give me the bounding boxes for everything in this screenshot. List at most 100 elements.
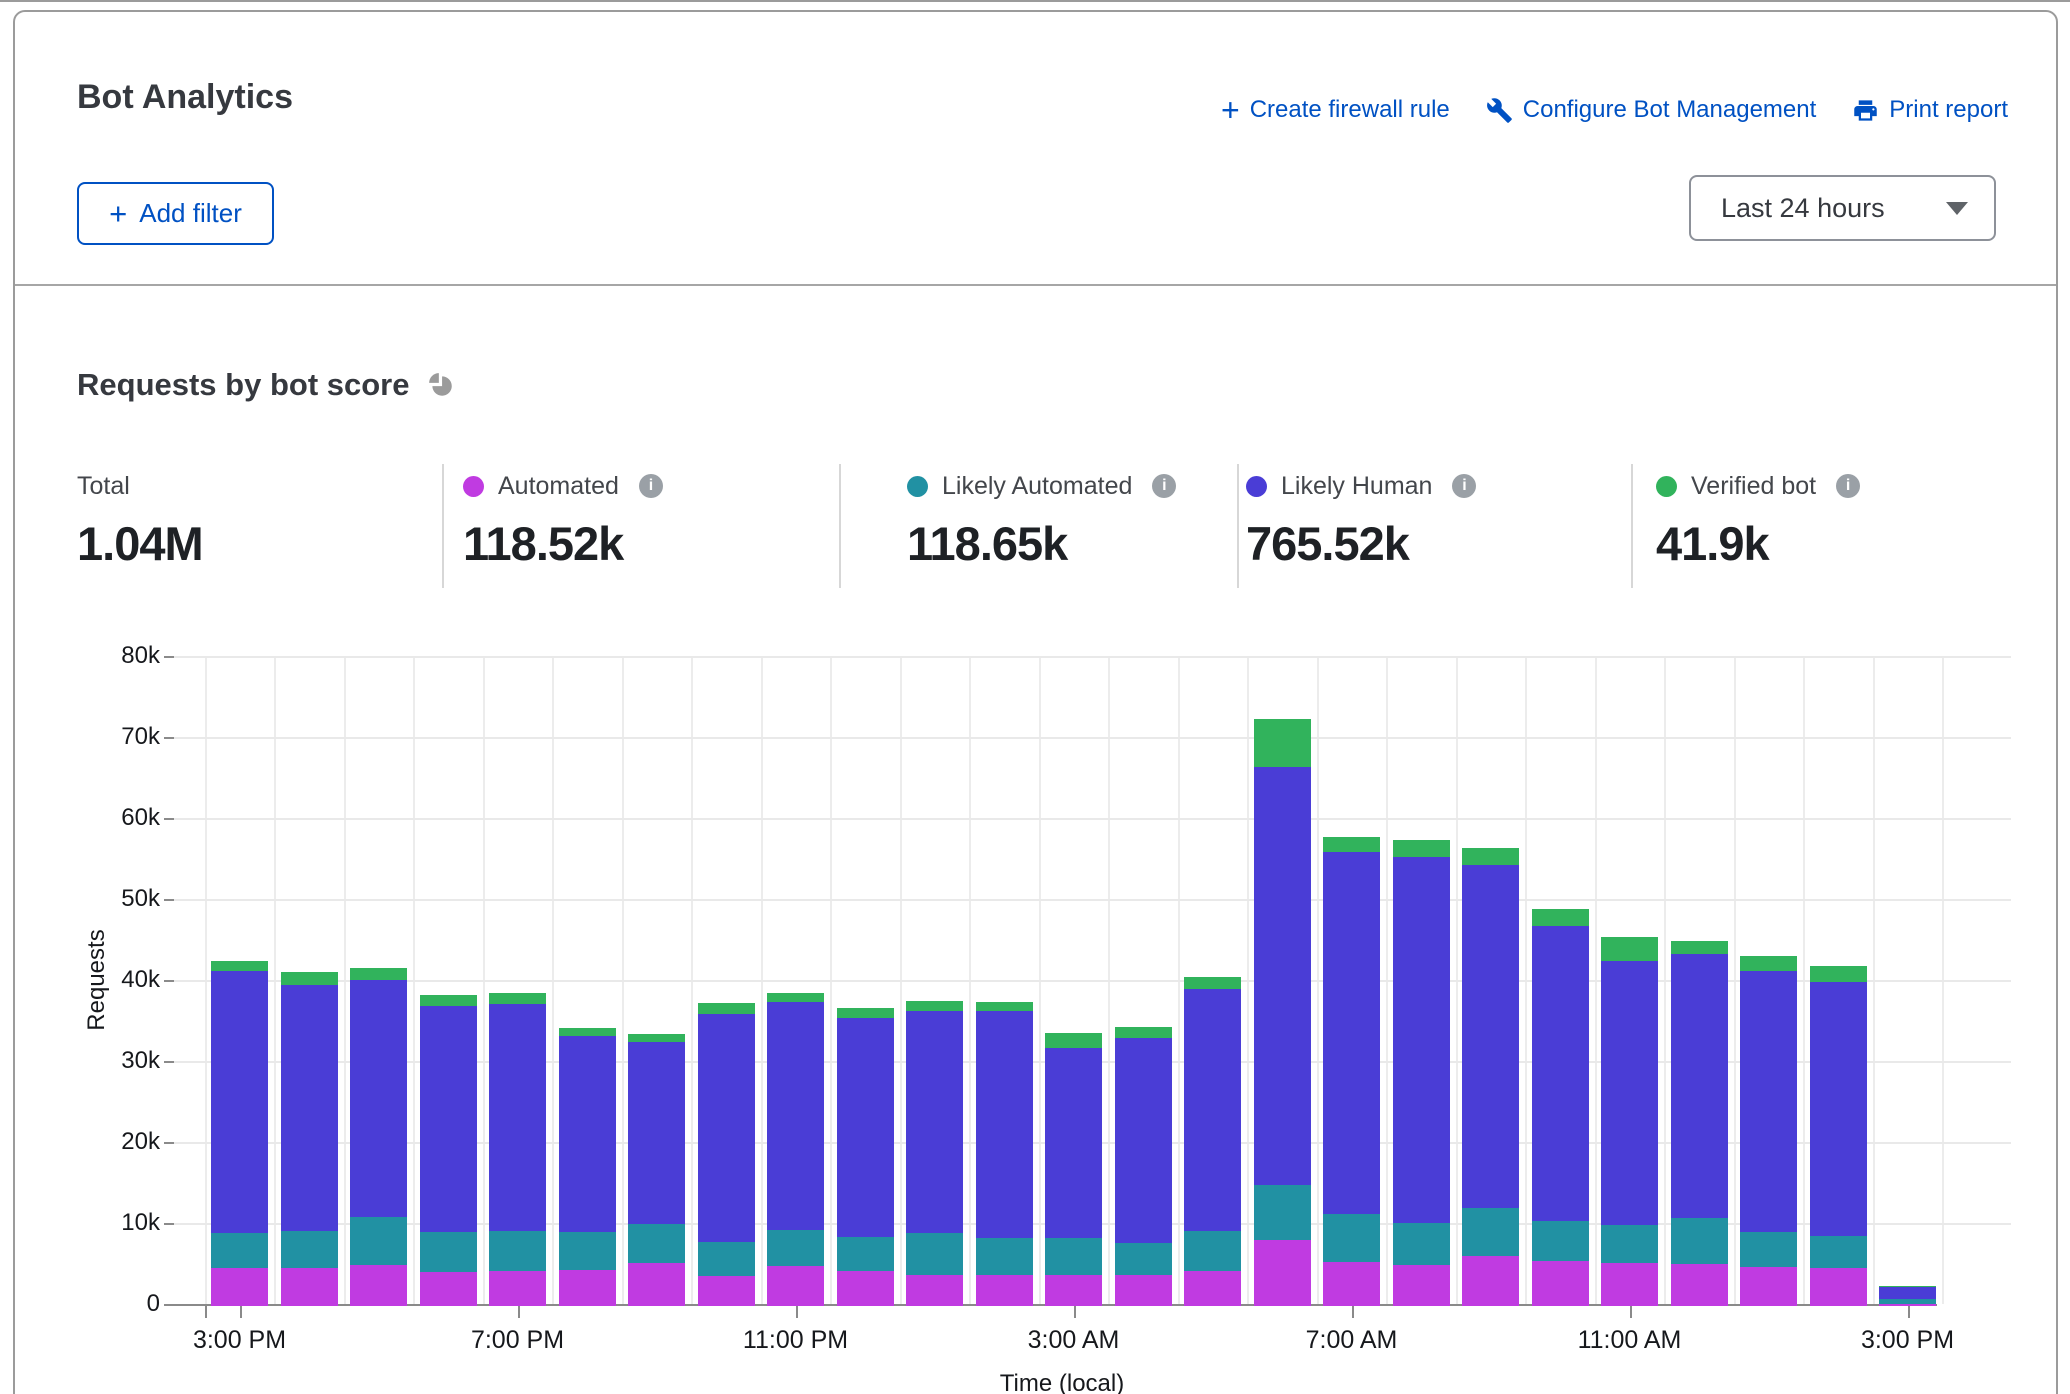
- x-axis-tick: [518, 1306, 520, 1318]
- stat-total: Total1.04M: [77, 470, 203, 571]
- bar-segment-automated: [1254, 1240, 1311, 1306]
- stat-value: 765.52k: [1246, 516, 1476, 571]
- create-firewall-rule-label: Create firewall rule: [1250, 96, 1450, 124]
- y-axis-tick: [164, 899, 174, 901]
- y-axis-label: 50k: [90, 885, 160, 913]
- bar-segment-likely-automated: [1462, 1208, 1519, 1256]
- bar-7-00-AM[interactable]: [1323, 837, 1380, 1306]
- bar-9-00-PM[interactable]: [628, 1034, 685, 1306]
- bar-6-00-PM[interactable]: [420, 995, 477, 1306]
- bar-segment-likely-human: [906, 1011, 963, 1233]
- bar-segment-likely-automated: [1323, 1214, 1380, 1262]
- bar-segment-likely-automated: [350, 1217, 407, 1266]
- bar-segment-automated: [1323, 1262, 1380, 1306]
- x-axis-label: 7:00 AM: [1252, 1326, 1452, 1355]
- bar-8-00-PM[interactable]: [559, 1028, 616, 1306]
- bar-segment-likely-automated: [1671, 1218, 1728, 1264]
- bar-2-00-AM[interactable]: [976, 1002, 1033, 1306]
- bar-segment-likely-automated: [906, 1233, 963, 1275]
- stat-label: Automated: [498, 472, 619, 501]
- info-icon[interactable]: i: [1836, 474, 1860, 498]
- info-icon[interactable]: i: [639, 474, 663, 498]
- x-axis-label: 11:00 PM: [696, 1326, 896, 1355]
- configure-bot-management-label: Configure Bot Management: [1523, 96, 1817, 124]
- bar-5-00-PM[interactable]: [350, 968, 407, 1306]
- stat-likely-human: Likely Human i 765.52k: [1246, 470, 1476, 571]
- bar-segment-verified-bot: [1740, 956, 1797, 971]
- create-firewall-rule-link[interactable]: + Create firewall rule: [1221, 96, 1450, 124]
- bar-segment-verified-bot: [628, 1034, 685, 1042]
- bar-1-00-PM[interactable]: [1740, 956, 1797, 1306]
- print-report-link[interactable]: Print report: [1852, 96, 2008, 124]
- section-title-row: Requests by bot score: [77, 367, 455, 403]
- stat-divider: [442, 464, 444, 588]
- x-axis-label: 3:00 PM: [140, 1326, 340, 1355]
- bar-5-00-AM[interactable]: [1184, 977, 1241, 1306]
- bar-3-00-AM[interactable]: [1045, 1033, 1102, 1306]
- y-axis-label: 70k: [90, 723, 160, 751]
- bar-segment-likely-human: [350, 980, 407, 1217]
- bar-8-00-AM[interactable]: [1393, 840, 1450, 1306]
- bar-segment-likely-human: [1810, 982, 1867, 1236]
- bar-2-00-PM[interactable]: [1810, 966, 1867, 1306]
- bar-segment-automated: [1184, 1271, 1241, 1306]
- bar-4-00-PM[interactable]: [281, 972, 338, 1306]
- header-actions: + Create firewall rule Configure Bot Man…: [1221, 96, 2008, 124]
- bar-9-00-AM[interactable]: [1462, 848, 1519, 1306]
- y-axis-label: 60k: [90, 804, 160, 832]
- bar-segment-verified-bot: [1601, 937, 1658, 961]
- time-range-select[interactable]: Last 24 hours: [1689, 175, 1996, 241]
- bar-segment-likely-human: [489, 1004, 546, 1231]
- bot-analytics-card: Bot Analytics + Create firewall rule Con…: [13, 10, 2058, 1394]
- bar-segment-automated: [1115, 1275, 1172, 1306]
- bar-segment-automated: [906, 1275, 963, 1306]
- gridline-horizontal: [174, 899, 2011, 901]
- stat-likely-automated: Likely Automatedi118.65k: [907, 470, 1176, 571]
- bar-segment-likely-human: [1879, 1287, 1936, 1299]
- bar-segment-likely-automated: [976, 1238, 1033, 1275]
- bar-segment-verified-bot: [1393, 840, 1450, 857]
- stat-verified-bot: Verified boti41.9k: [1656, 470, 1860, 571]
- configure-bot-management-link[interactable]: Configure Bot Management: [1486, 96, 1817, 124]
- bar-10-00-PM[interactable]: [698, 1003, 755, 1306]
- legend-dot: [463, 476, 484, 497]
- x-axis-tick: [1074, 1306, 1076, 1318]
- bar-segment-verified-bot: [1184, 977, 1241, 989]
- x-axis-label: 11:00 AM: [1530, 1326, 1730, 1355]
- y-axis-label: 10k: [90, 1209, 160, 1237]
- bar-7-00-PM[interactable]: [489, 993, 546, 1306]
- info-icon[interactable]: i: [1152, 474, 1176, 498]
- bar-12-00-PM[interactable]: [1671, 941, 1728, 1306]
- bar-6-00-AM[interactable]: [1254, 719, 1311, 1306]
- info-icon[interactable]: i: [1452, 474, 1476, 498]
- bar-3-00-PM[interactable]: [211, 961, 268, 1306]
- bar-segment-verified-bot: [767, 993, 824, 1002]
- stat-label: Likely Human: [1281, 472, 1432, 501]
- stat-label-row: Likely Human i: [1246, 470, 1476, 502]
- bar-segment-likely-automated: [559, 1232, 616, 1270]
- x-axis-tick: [1908, 1306, 1910, 1318]
- bar-segment-likely-automated: [1532, 1221, 1589, 1261]
- bar-segment-likely-human: [1740, 971, 1797, 1232]
- wrench-icon: [1486, 97, 1513, 124]
- bar-1-00-AM[interactable]: [906, 1001, 963, 1306]
- y-axis-label: 30k: [90, 1047, 160, 1075]
- gridline-horizontal: [174, 818, 2011, 820]
- y-axis-title: Requests: [83, 929, 111, 1030]
- bar-segment-likely-human: [1393, 857, 1450, 1223]
- add-filter-button[interactable]: + Add filter: [77, 182, 274, 245]
- bar-12-00-AM[interactable]: [837, 1008, 894, 1306]
- bar-segment-automated: [1045, 1275, 1102, 1306]
- bar-segment-likely-human: [837, 1018, 894, 1237]
- x-axis-tick: [240, 1306, 242, 1318]
- stat-label: Likely Automated: [942, 472, 1132, 501]
- bar-4-00-AM[interactable]: [1115, 1027, 1172, 1306]
- bar-segment-verified-bot: [559, 1028, 616, 1036]
- bar-3-00-PM[interactable]: [1879, 1286, 1936, 1306]
- bar-11-00-AM[interactable]: [1601, 937, 1658, 1306]
- bar-segment-likely-human: [1323, 852, 1380, 1214]
- bar-11-00-PM[interactable]: [767, 993, 824, 1306]
- bar-10-00-AM[interactable]: [1532, 909, 1589, 1306]
- bar-segment-likely-human: [1532, 926, 1589, 1221]
- bar-segment-verified-bot: [906, 1001, 963, 1012]
